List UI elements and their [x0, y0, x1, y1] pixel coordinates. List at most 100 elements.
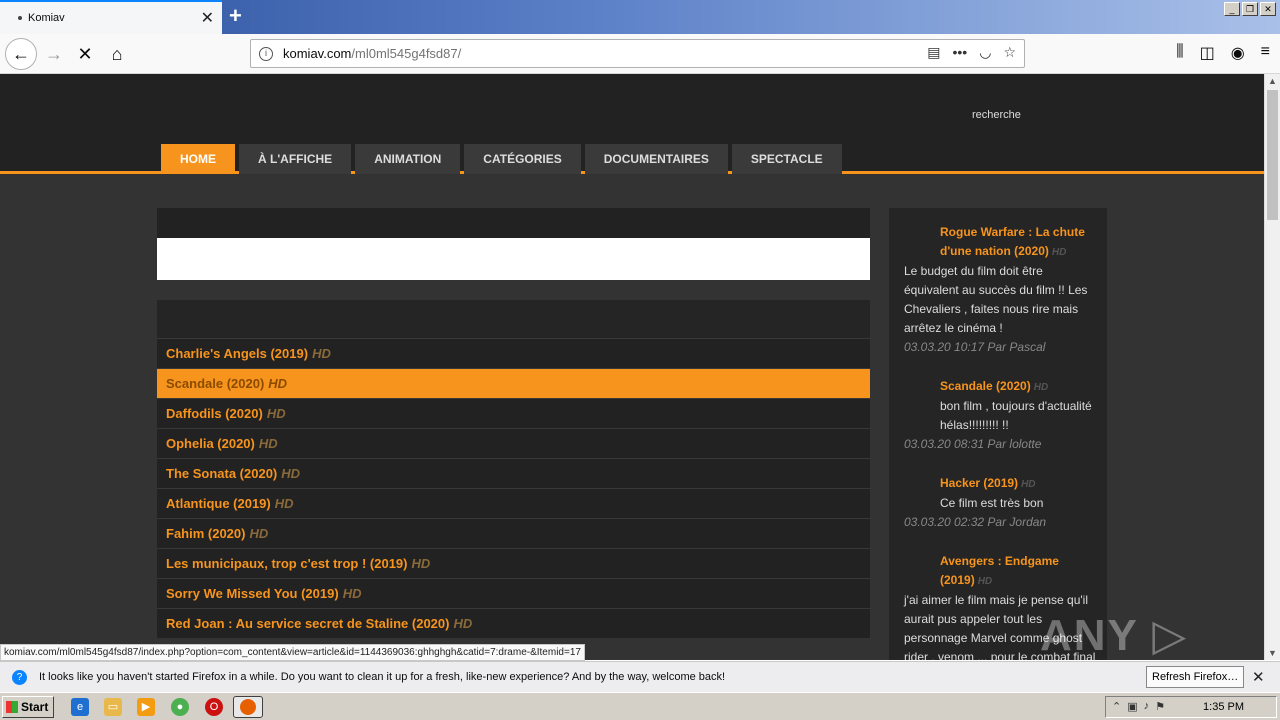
- comment-item: Scandale (2020) HD bon film , toujours d'a…: [904, 377, 1097, 454]
- comment-meta: 03.03.20 10:17 Par Pascal: [904, 340, 1046, 354]
- menu-icon[interactable]: ≡: [1261, 43, 1270, 63]
- film-row[interactable]: Red Joan : Au service secret de Staline …: [157, 608, 870, 638]
- film-title[interactable]: Les municipaux, trop c'est trop ! (2019): [166, 556, 407, 571]
- bookmark-star-icon[interactable]: ☆: [1003, 44, 1016, 61]
- reader-view-icon[interactable]: ▤: [927, 44, 940, 61]
- film-row[interactable]: The Sonata (2020) HD: [157, 458, 870, 488]
- hd-badge: HD: [249, 526, 269, 541]
- film-row[interactable]: Fahim (2020) HD: [157, 518, 870, 548]
- menu-item[interactable]: HOME: [161, 144, 235, 174]
- content-topbar: [157, 208, 870, 238]
- clock[interactable]: 1:35 PM: [1203, 701, 1244, 713]
- comment-title-text[interactable]: Avengers : Endgame (2019): [940, 554, 1059, 587]
- start-button[interactable]: Start: [2, 696, 54, 718]
- film-list-header: [157, 300, 870, 338]
- hd-badge: HD: [1021, 479, 1036, 490]
- menu-item[interactable]: SPECTACLE: [731, 144, 842, 174]
- film-title[interactable]: Scandale (2020): [166, 376, 264, 391]
- comment-title-text[interactable]: Scandale (2020): [940, 379, 1031, 393]
- main-content: Charlie's Angels (2019) HD Scandale (2020)…: [157, 208, 870, 638]
- comment-body: Le budget du film doit être équivalent a…: [904, 264, 1088, 335]
- address-bar[interactable]: i komiav.com /ml0ml545g4fsd87/ ▤ ••• ◡ ☆: [250, 39, 1025, 68]
- new-tab-button[interactable]: +: [229, 3, 242, 29]
- menu-item[interactable]: ANIMATION: [355, 144, 461, 174]
- forward-button[interactable]: →: [40, 40, 68, 68]
- browser-tab[interactable]: Komiav ✕: [0, 0, 222, 34]
- scroll-up-icon[interactable]: ▲: [1268, 76, 1277, 86]
- account-icon[interactable]: ◉: [1231, 43, 1245, 63]
- comment-title-text[interactable]: Hacker (2019): [940, 476, 1018, 490]
- restore-button[interactable]: ❐: [1242, 2, 1258, 16]
- stop-loading-button[interactable]: ✕: [71, 40, 99, 68]
- hd-badge: HD: [312, 346, 331, 361]
- firefox-taskbar-button[interactable]: [233, 696, 263, 718]
- menu-item[interactable]: À L'AFFICHE: [239, 144, 352, 174]
- tab-close-icon[interactable]: ✕: [201, 8, 214, 28]
- hd-badge: HD: [281, 466, 301, 481]
- comment-body: Ce film est très bon: [940, 496, 1044, 510]
- comment-meta: 03.03.20 08:31 Par lolotte: [904, 437, 1042, 451]
- comment-meta: 03.03.20 02:32 Par Jordan: [904, 515, 1047, 529]
- comment-film-title[interactable]: Scandale (2020) HD: [904, 377, 1097, 397]
- scrollbar-thumb[interactable]: [1267, 90, 1278, 220]
- url-path: /ml0ml545g4fsd87/: [351, 46, 462, 61]
- browser-navbar: ← → ✕ ⌂ i komiav.com /ml0ml545g4fsd87/ ▤…: [0, 34, 1280, 74]
- network-icon[interactable]: ▣: [1127, 700, 1137, 713]
- comment-film-title[interactable]: Rogue Warfare : La chute d'une nation (2…: [904, 223, 1097, 262]
- page-scrollbar[interactable]: ▲ ▼: [1264, 74, 1280, 660]
- hd-badge: HD: [1051, 247, 1067, 258]
- chrome-icon[interactable]: ●: [171, 698, 189, 716]
- film-row[interactable]: Sorry We Missed You (2019) HD: [157, 578, 870, 608]
- explorer-icon[interactable]: ▭: [104, 698, 122, 716]
- menu-item[interactable]: CATÉGORIES: [464, 144, 581, 174]
- notification-bar: ? It looks like you haven't started Fire…: [0, 661, 1280, 692]
- comment-item: Hacker (2019) HD Ce film est très bon 03.03…: [904, 474, 1097, 532]
- film-row[interactable]: Daffodils (2020) HD: [157, 398, 870, 428]
- pocket-icon[interactable]: ◡: [979, 44, 991, 61]
- tray-expand-icon[interactable]: ⌃: [1112, 700, 1121, 713]
- film-title[interactable]: Sorry We Missed You (2019): [166, 586, 339, 601]
- windows-logo-icon: [6, 701, 18, 713]
- film-title[interactable]: Daffodils (2020): [166, 406, 263, 421]
- hd-badge: HD: [1033, 382, 1049, 393]
- content-banner: [157, 238, 870, 280]
- tab-title: Komiav: [28, 12, 65, 24]
- film-row[interactable]: Charlie's Angels (2019) HD: [157, 338, 870, 368]
- film-title[interactable]: Red Joan : Au service secret de Staline …: [166, 616, 449, 631]
- film-title[interactable]: Ophelia (2020): [166, 436, 255, 451]
- home-button[interactable]: ⌂: [103, 40, 131, 68]
- film-title[interactable]: Fahim (2020): [166, 526, 245, 541]
- media-player-icon[interactable]: ▶: [137, 698, 155, 716]
- loading-indicator-icon: [18, 16, 22, 20]
- film-row[interactable]: Les municipaux, trop c'est trop ! (2019)…: [157, 548, 870, 578]
- comment-item: Rogue Warfare : La chute d'une nation (2…: [904, 223, 1097, 357]
- film-title[interactable]: The Sonata (2020): [166, 466, 277, 481]
- comment-film-title[interactable]: Avengers : Endgame (2019) HD: [904, 552, 1097, 591]
- hd-badge: HD: [453, 616, 473, 631]
- minimize-button[interactable]: _: [1224, 2, 1240, 16]
- sidebar-icon[interactable]: ◫: [1200, 43, 1215, 63]
- page-actions-icon[interactable]: •••: [953, 44, 968, 61]
- film-list: Charlie's Angels (2019) HD Scandale (2020)…: [157, 338, 870, 638]
- search-label[interactable]: recherche: [972, 109, 1021, 121]
- film-title[interactable]: Charlie's Angels (2019): [166, 346, 308, 361]
- refresh-firefox-button[interactable]: Refresh Firefox…: [1146, 666, 1245, 688]
- back-button[interactable]: ←: [5, 38, 37, 70]
- menu-item[interactable]: DOCUMENTAIRES: [584, 144, 728, 174]
- notification-close-icon[interactable]: ✕: [1252, 668, 1265, 686]
- film-row[interactable]: Scandale (2020) HD: [157, 368, 870, 398]
- opera-icon[interactable]: O: [205, 698, 223, 716]
- film-row[interactable]: Atlantique (2019) HD: [157, 488, 870, 518]
- hd-badge: HD: [258, 436, 278, 451]
- window-close-button[interactable]: ✕: [1260, 2, 1276, 16]
- film-row[interactable]: Ophelia (2020) HD: [157, 428, 870, 458]
- site-info-icon[interactable]: i: [259, 46, 273, 61]
- film-title[interactable]: Atlantique (2019): [166, 496, 271, 511]
- ie-icon[interactable]: e: [71, 698, 89, 716]
- flag-icon[interactable]: ⚑: [1155, 700, 1165, 713]
- comment-film-title[interactable]: Hacker (2019) HD: [904, 474, 1097, 494]
- status-url-tooltip: komiav.com/ml0ml545g4fsd87/index.php?opt…: [0, 644, 585, 661]
- comment-body: bon film , toujours d'actualité hélas!!!…: [940, 399, 1092, 432]
- volume-icon[interactable]: ♪: [1144, 700, 1150, 713]
- library-icon[interactable]: ⫼: [1176, 43, 1183, 63]
